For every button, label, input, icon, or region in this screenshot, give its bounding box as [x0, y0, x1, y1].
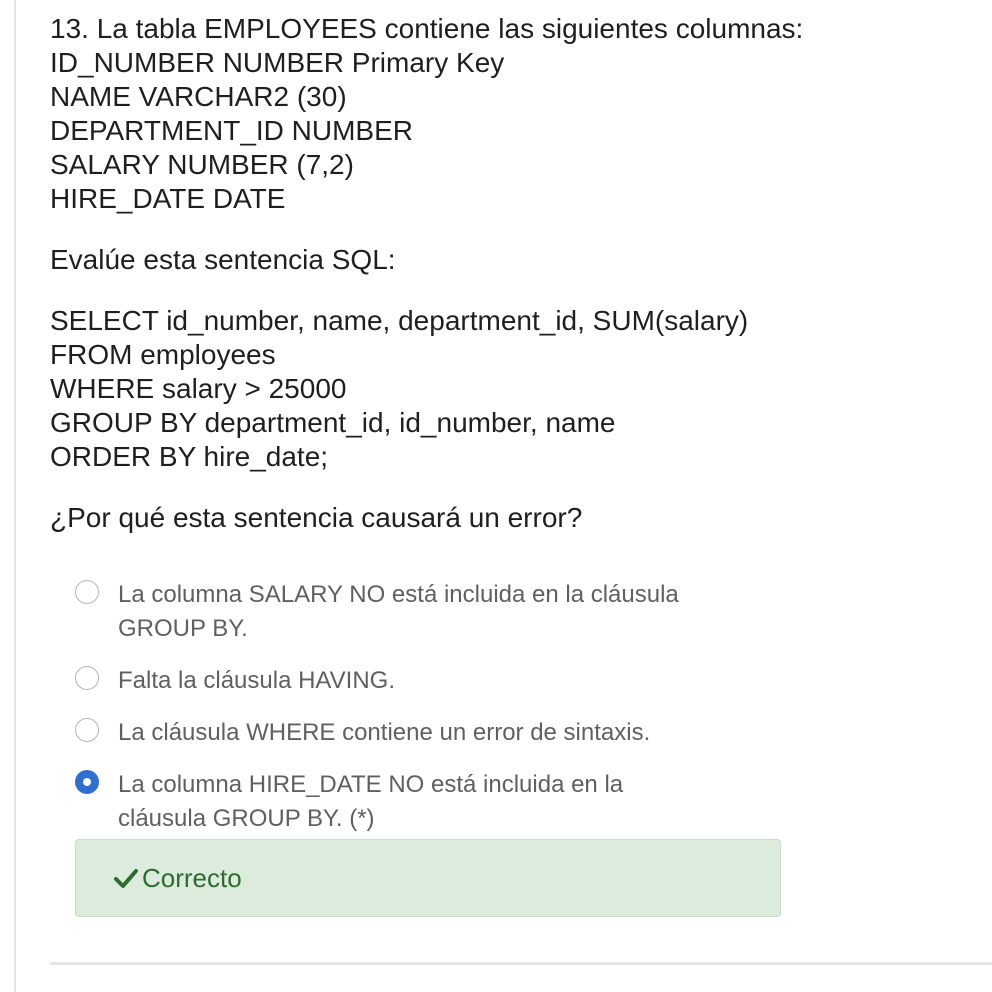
- column-def-hire-date: HIRE_DATE DATE: [50, 183, 286, 214]
- radio-button-1[interactable]: [75, 580, 99, 604]
- answer-option-4[interactable]: La columna HIRE_DATE NO está incluida en…: [74, 768, 794, 836]
- answer-option-3[interactable]: La cláusula WHERE contiene un error de s…: [74, 716, 794, 750]
- answer-option-4-line-2: cláusula GROUP BY. (*): [118, 805, 375, 832]
- answer-option-1[interactable]: La columna SALARY NO está incluida en la…: [74, 578, 794, 646]
- answer-option-2[interactable]: Falta la cláusula HAVING.: [74, 664, 794, 698]
- sql-line-select: SELECT id_number, name, department_id, S…: [50, 305, 749, 336]
- answer-option-4-line-1: La columna HIRE_DATE NO está incluida en…: [118, 771, 624, 798]
- answer-option-1-line-1: La columna SALARY NO está incluida en la…: [118, 581, 679, 608]
- question-ask: ¿Por qué esta sentencia causará un error…: [50, 502, 583, 533]
- column-def-salary: SALARY NUMBER (7,2): [50, 149, 354, 180]
- sql-line-order-by: ORDER BY hire_date;: [50, 441, 329, 472]
- evaluate-prompt: Evalúe esta sentencia SQL:: [50, 244, 396, 275]
- column-def-id-number: ID_NUMBER NUMBER Primary Key: [50, 47, 505, 78]
- answer-options: La columna SALARY NO está incluida en la…: [74, 578, 794, 836]
- checkmark-icon: [114, 867, 138, 889]
- answer-option-3-line-1: La cláusula WHERE contiene un error de s…: [118, 719, 651, 746]
- question-title: 13. La tabla EMPLOYEES contiene las sigu…: [50, 13, 804, 44]
- feedback-text: Correcto: [142, 862, 242, 893]
- sql-line-where: WHERE salary > 25000: [50, 373, 347, 404]
- left-border: [14, 0, 16, 992]
- bottom-divider: [50, 962, 992, 965]
- sql-line-from: FROM employees: [50, 339, 276, 370]
- radio-button-2[interactable]: [75, 666, 99, 690]
- radio-button-3[interactable]: [75, 718, 99, 742]
- column-def-department-id: DEPARTMENT_ID NUMBER: [50, 115, 414, 146]
- answer-option-2-line-1: Falta la cláusula HAVING.: [118, 667, 395, 694]
- column-def-name: NAME VARCHAR2 (30): [50, 81, 347, 112]
- radio-button-4-selected[interactable]: [75, 770, 99, 794]
- feedback-correct-box: Correcto: [75, 839, 781, 917]
- question-block: 13. La tabla EMPLOYEES contiene las sigu…: [50, 12, 980, 535]
- answer-option-1-line-2: GROUP BY.: [118, 615, 248, 642]
- sql-line-group-by: GROUP BY department_id, id_number, name: [50, 407, 616, 438]
